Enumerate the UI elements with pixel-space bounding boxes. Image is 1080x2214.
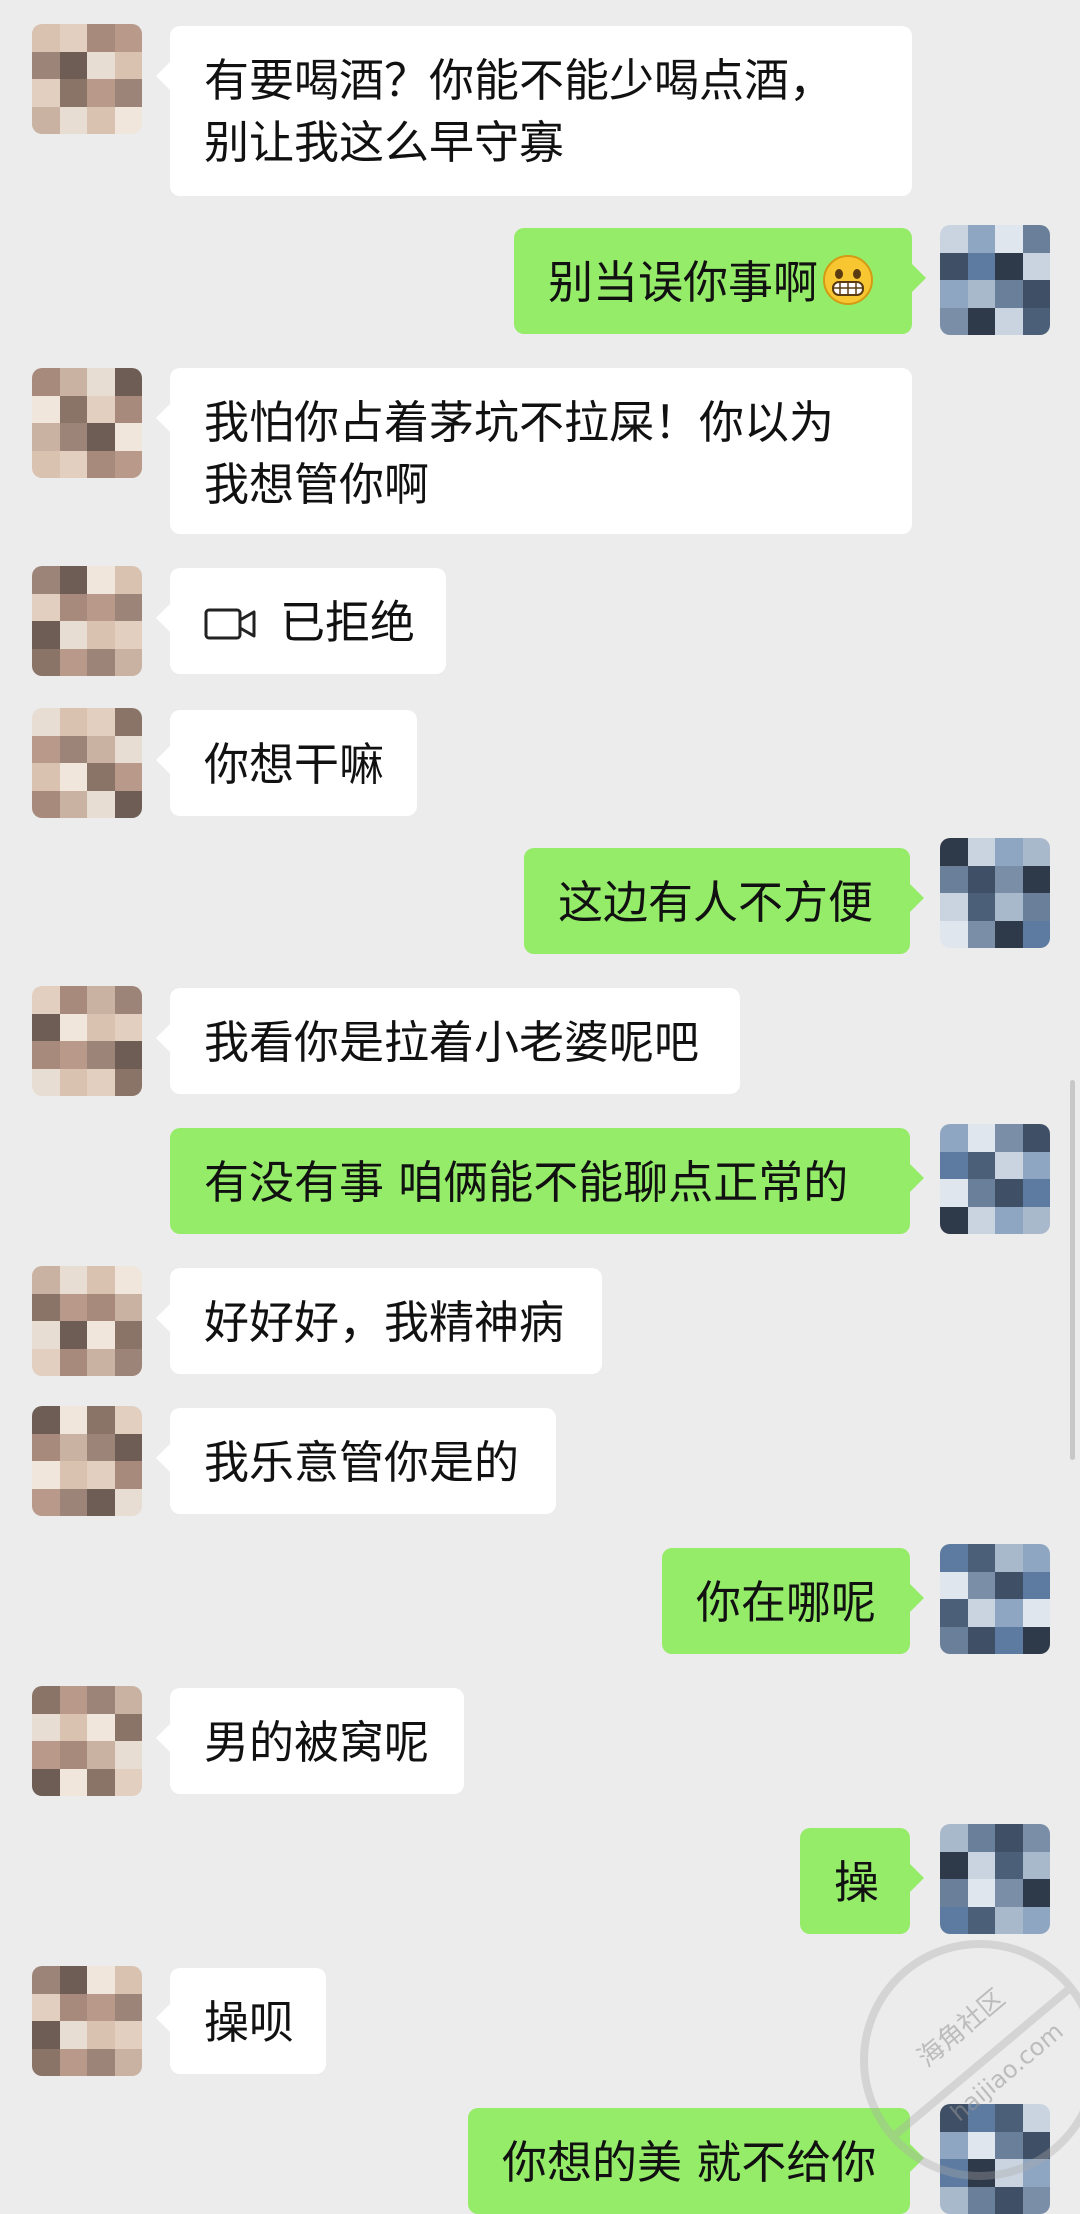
contact-avatar[interactable] [32, 1266, 142, 1376]
scrollbar[interactable] [1070, 1080, 1075, 1460]
contact-avatar[interactable] [32, 368, 142, 478]
message-bubble-incoming[interactable]: 有要喝酒？你能不能少喝点酒，别让我这么早守寡 [156, 26, 912, 196]
message-text: 操呗 [204, 1996, 295, 2049]
message-text: 有要喝酒？你能不能少喝点酒，别让我这么早守寡 [204, 54, 835, 169]
message-bubble-outgoing[interactable]: 你想的美 就不给你 [468, 2108, 924, 2214]
my-avatar[interactable] [940, 1544, 1050, 1654]
contact-avatar[interactable] [32, 708, 142, 818]
message-bubble-outgoing[interactable]: 有没有事 咱俩能不能聊点正常的 [170, 1128, 924, 1234]
message-bubble-outgoing[interactable]: 操 [800, 1828, 924, 1934]
message-bubble-incoming[interactable]: 你想干嘛 [156, 710, 417, 816]
message-text: 有没有事 咱俩能不能聊点正常的 [204, 1156, 849, 1209]
contact-avatar[interactable] [32, 566, 142, 676]
grinning-face-icon [823, 255, 874, 305]
contact-avatar[interactable] [32, 1966, 142, 2076]
watermark-text: 海角社区 [912, 1983, 1012, 2074]
message-bubble-incoming[interactable]: 好好好，我精神病 [156, 1268, 602, 1374]
contact-avatar[interactable] [32, 24, 142, 134]
message-bubble-incoming[interactable]: 已拒绝 [156, 568, 446, 674]
message-text: 好好好，我精神病 [204, 1296, 565, 1349]
message-text: 你想的美 就不给你 [502, 2136, 877, 2189]
message-text: 这边有人不方便 [558, 876, 874, 929]
message-text: 我看你是拉着小老婆呢吧 [204, 1016, 700, 1069]
message-text: 你在哪呢 [696, 1576, 877, 1629]
message-text: 男的被窝呢 [204, 1716, 430, 1769]
message-text: 我怕你占着茅坑不拉屎！你以为我想管你啊 [204, 396, 835, 511]
message-text: 别当误你事啊 [548, 256, 819, 309]
message-bubble-incoming[interactable]: 操呗 [156, 1968, 326, 2074]
message-bubble-outgoing[interactable]: 这边有人不方便 [524, 848, 924, 954]
my-avatar[interactable] [940, 838, 1050, 948]
message-text: 我乐意管你是的 [204, 1436, 520, 1489]
contact-avatar[interactable] [32, 986, 142, 1096]
contact-avatar[interactable] [32, 1406, 142, 1516]
message-bubble-outgoing[interactable]: 别当误你事啊 [514, 228, 926, 334]
message-bubble-incoming[interactable]: 男的被窝呢 [156, 1688, 464, 1794]
message-text: 你想干嘛 [204, 738, 385, 791]
my-avatar[interactable] [940, 1824, 1050, 1934]
my-avatar[interactable] [940, 1124, 1050, 1234]
message-text: 操 [834, 1856, 880, 1909]
message-bubble-incoming[interactable]: 我看你是拉着小老婆呢吧 [156, 988, 740, 1094]
video-call-icon [204, 608, 256, 640]
message-text: 已拒绝 [280, 596, 416, 649]
message-bubble-incoming[interactable]: 我怕你占着茅坑不拉屎！你以为我想管你啊 [156, 368, 912, 534]
contact-avatar[interactable] [32, 1686, 142, 1796]
message-bubble-outgoing[interactable]: 你在哪呢 [662, 1548, 924, 1654]
message-bubble-incoming[interactable]: 我乐意管你是的 [156, 1408, 556, 1514]
my-avatar[interactable] [940, 225, 1050, 335]
